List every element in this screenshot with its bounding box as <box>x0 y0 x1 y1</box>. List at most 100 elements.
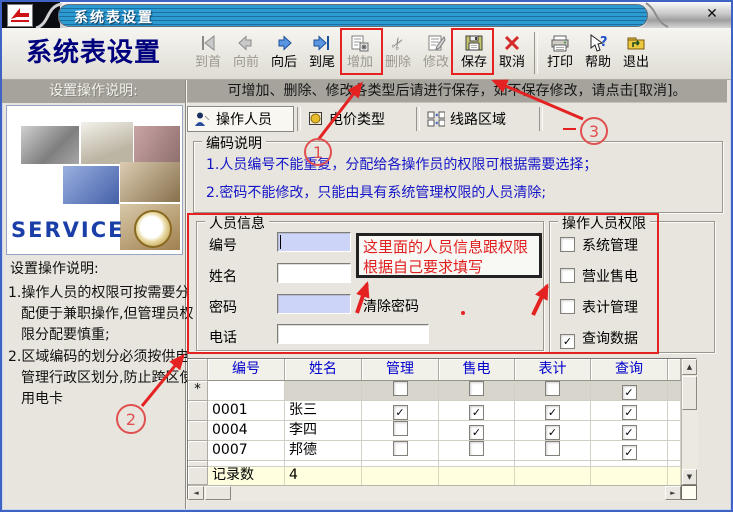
tab-label: 电价类型 <box>329 109 385 129</box>
grid-checkbox[interactable]: ✓ <box>393 405 408 420</box>
grid-checkbox[interactable] <box>469 441 484 456</box>
perm-query-checkbox[interactable]: ✓ <box>560 334 575 349</box>
password-input[interactable] <box>277 294 351 314</box>
scroll-left-button[interactable]: ◄ <box>188 486 204 500</box>
cell-id[interactable] <box>208 381 285 401</box>
photo-tile-stapler <box>21 126 79 164</box>
cell-id[interactable]: 0004 <box>208 421 285 441</box>
grid-checkbox[interactable]: ✓ <box>545 425 560 440</box>
tab-label: 操作人员 <box>216 109 272 129</box>
grid-header-name[interactable]: 姓名 <box>285 359 362 381</box>
toolbar-button-exit[interactable]: 退出 <box>617 30 655 78</box>
sidebar-header: 设置操作说明: <box>2 80 185 103</box>
grid-checkbox[interactable]: ✓ <box>622 405 637 420</box>
coding-notes-title: 编码说明 <box>202 133 266 153</box>
toolbar-button-next[interactable]: 向后 <box>265 30 303 78</box>
cell-sales <box>439 381 515 401</box>
horizontal-scroll-thumb[interactable] <box>205 486 231 500</box>
staff-name-label: 姓名 <box>209 266 237 286</box>
photo-tile-shirt <box>120 162 180 202</box>
grid-checkbox[interactable]: ✓ <box>622 425 637 440</box>
cell-name[interactable]: 李四 <box>285 421 362 441</box>
cell-name[interactable]: 邦德 <box>285 441 362 461</box>
grid-checkbox[interactable]: ✓ <box>622 445 637 460</box>
toolbar-label: 保存 <box>455 56 493 70</box>
photo-tile-clips <box>134 126 180 164</box>
annotation-note-line-1: 这里面的人员信息跟权限 <box>363 237 535 257</box>
grid-checkbox[interactable] <box>393 421 408 436</box>
permissions-groupbox: 操作人员权限 系统管理 营业售电 表计管理 ✓查询数据 <box>549 221 715 353</box>
perm-system-checkbox[interactable] <box>560 237 575 252</box>
grid-header-id[interactable]: 编号 <box>208 359 285 381</box>
toolbar-button-modify[interactable]: 修改 <box>417 30 455 78</box>
cell-id[interactable]: 0007 <box>208 441 285 461</box>
tab-line-regions[interactable]: 线路区域 <box>421 106 535 132</box>
cell-manage: ✓ <box>362 401 439 421</box>
delete-icon: ✂ <box>379 30 417 56</box>
phone-input[interactable] <box>277 324 429 344</box>
grid-header-query[interactable]: 查询 <box>591 359 668 381</box>
coding-notes-groupbox: 编码说明 1.人员编号不能重复，分配给各操作员的权限可根据需要选择； 2.密码不… <box>193 141 723 213</box>
clear-password-link[interactable]: 清除密码 <box>363 296 419 316</box>
toolbar-button-help[interactable]: ? 帮助 <box>579 30 617 78</box>
vertical-scroll-thumb[interactable] <box>682 376 697 410</box>
grid-checkbox[interactable] <box>545 441 560 456</box>
perm-option-system: 系统管理 <box>560 235 638 255</box>
title-bar: 系统表设置 ✕ <box>2 2 731 28</box>
scroll-down-button[interactable]: ▼ <box>682 469 697 485</box>
cell-sales <box>439 441 515 461</box>
vertical-scrollbar[interactable]: ▲ ▼ <box>681 359 698 485</box>
grid-row: 0007 邦德 ✓ <box>188 441 696 461</box>
scroll-up-button[interactable]: ▲ <box>682 359 697 375</box>
grid-checkbox[interactable]: ✓ <box>622 385 637 400</box>
cell-id[interactable]: 0001 <box>208 401 285 421</box>
sidebar-note-1: 1.操作人员的权限可按需要分配便于兼职操作,但管理员权限分配要慎重; <box>8 283 195 346</box>
row-selector[interactable] <box>188 441 208 461</box>
toolbar-button-print[interactable]: 打印 <box>541 30 579 78</box>
row-selector[interactable] <box>188 401 208 421</box>
grid-checkbox[interactable] <box>545 381 560 396</box>
toolbar-label: 删除 <box>379 56 417 70</box>
grid-header-sales[interactable]: 售电 <box>439 359 515 381</box>
grid-checkbox[interactable] <box>393 381 408 396</box>
grid-header-meter[interactable]: 表计 <box>515 359 591 381</box>
password-label: 密码 <box>209 297 237 317</box>
grid-checkbox[interactable]: ✓ <box>469 425 484 440</box>
horizontal-scrollbar[interactable]: ◄ ► <box>188 485 682 501</box>
toolbar-button-delete[interactable]: ✂ 删除 <box>379 30 417 78</box>
toolbar-button-last[interactable]: 到尾 <box>303 30 341 78</box>
row-selector[interactable]: * <box>188 381 208 401</box>
grid-checkbox[interactable]: ✓ <box>545 405 560 420</box>
scroll-right-button[interactable]: ► <box>665 486 681 500</box>
cell-filler <box>668 441 681 461</box>
grid-checkbox[interactable] <box>393 441 408 456</box>
toolbar-button-previous[interactable]: 向前 <box>227 30 265 78</box>
cell-name[interactable] <box>285 381 362 401</box>
coding-note-1: 1.人员编号不能重复，分配给各操作员的权限可根据需要选择； <box>206 154 597 174</box>
toolbar-button-add[interactable]: 增加 <box>341 30 379 78</box>
sidebar-note-2: 2.区域编码的划分必须按供电管理行政区划分,防止跨区使用电卡 <box>8 347 195 410</box>
toolbar-button-save[interactable]: 保存 <box>455 30 493 78</box>
row-selector[interactable] <box>188 421 208 441</box>
staff-id-input[interactable] <box>277 232 351 252</box>
cell-query: ✓ <box>591 421 668 441</box>
cell-query: ✓ <box>591 381 668 401</box>
staff-name-input[interactable] <box>277 263 351 283</box>
vendor-logo-icon <box>7 4 33 27</box>
grid-checkbox[interactable] <box>469 381 484 396</box>
app-window: 系统表设置 ✕ 系统表设置 到首 向前 向后 到尾 增加 ✂ 删除 <box>0 0 733 512</box>
person-icon <box>194 111 211 127</box>
record-count-label: 记录数 <box>208 467 285 485</box>
tab-price-types[interactable]: 电价类型 <box>302 106 412 132</box>
cell-name[interactable]: 张三 <box>285 401 362 421</box>
toolbar-button-first[interactable]: 到首 <box>189 30 227 78</box>
perm-sales-checkbox[interactable] <box>560 268 575 283</box>
tab-operators[interactable]: 操作人员 <box>187 106 294 132</box>
grid-header-manage[interactable]: 管理 <box>362 359 439 381</box>
perm-meter-checkbox[interactable] <box>560 299 575 314</box>
toolbar-button-cancel[interactable]: 取消 <box>493 30 531 78</box>
grid-checkbox[interactable]: ✓ <box>469 405 484 420</box>
close-button[interactable]: ✕ <box>702 5 722 24</box>
modify-icon <box>417 30 455 56</box>
grid-new-row: * ✓ <box>188 381 696 401</box>
